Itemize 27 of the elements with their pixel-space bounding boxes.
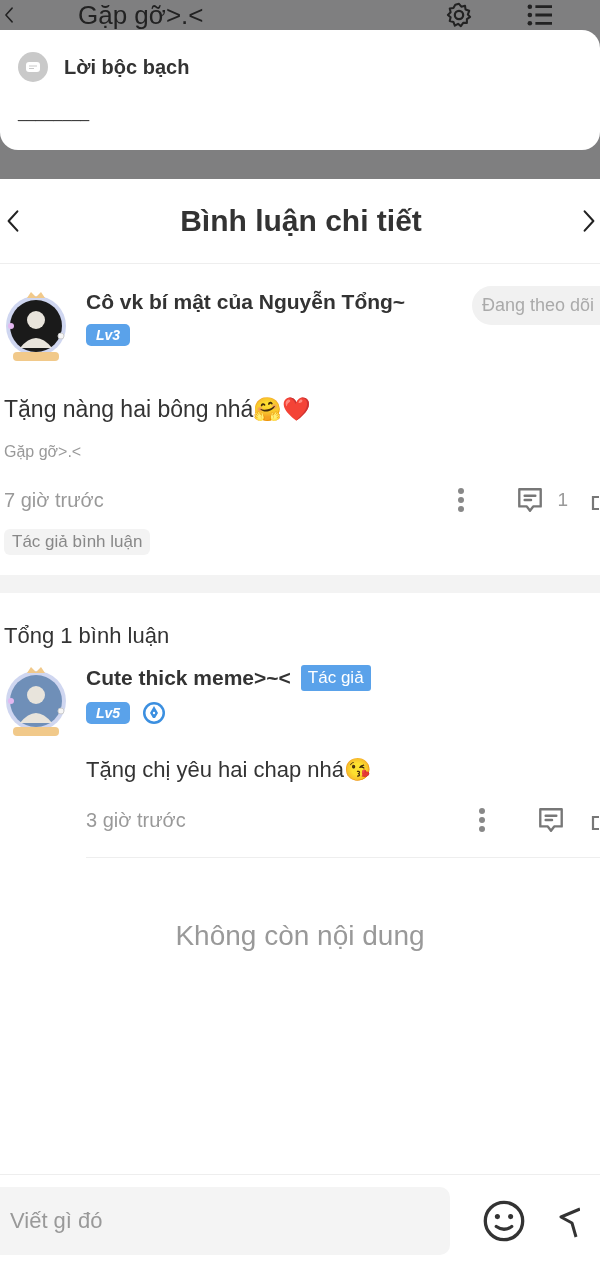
comment-tag: Tác giả bình luận bbox=[4, 529, 151, 555]
level-badge: Lv3 bbox=[86, 324, 131, 346]
forward-icon[interactable] bbox=[582, 207, 596, 235]
page-title: Gặp gỡ>.< bbox=[78, 0, 204, 30]
comment-text: Tặng nàng hai bông nhá🤗❤ bbox=[4, 396, 313, 423]
chat-icon bbox=[18, 52, 48, 82]
settings-icon[interactable] bbox=[446, 2, 472, 28]
timestamp: 7 giờ trước bbox=[4, 488, 104, 512]
comment-text: Tặng chị yêu hai chap nhá😘 bbox=[86, 757, 372, 783]
back-icon[interactable] bbox=[6, 207, 20, 235]
sheet-title: Bình luận chi tiết bbox=[180, 204, 422, 238]
comment-icon[interactable] bbox=[536, 805, 566, 835]
author-name[interactable]: Cute thick meme>~< bbox=[86, 666, 291, 690]
more-icon[interactable] bbox=[457, 487, 466, 513]
intro-text: ________ bbox=[18, 104, 90, 122]
timestamp: 3 giờ trước bbox=[86, 808, 186, 832]
list-icon[interactable] bbox=[526, 3, 554, 27]
author-badge: Tác giả bbox=[300, 665, 371, 691]
author-name[interactable]: Cô vk bí mật của Nguyễn Tổng~ bbox=[86, 290, 406, 314]
more-icon[interactable] bbox=[478, 807, 486, 833]
comment-count: Tổng 1 bình luận bbox=[4, 623, 170, 649]
end-of-list-text: Không còn nội dung bbox=[175, 920, 425, 952]
comment-field[interactable]: Viết gì đó bbox=[0, 1187, 450, 1255]
level-badge: Lv5 bbox=[86, 702, 131, 724]
reply-count: 1 bbox=[557, 489, 568, 511]
emoji-icon[interactable] bbox=[482, 1199, 526, 1243]
intro-title: Lời bộc bạch bbox=[64, 55, 190, 79]
